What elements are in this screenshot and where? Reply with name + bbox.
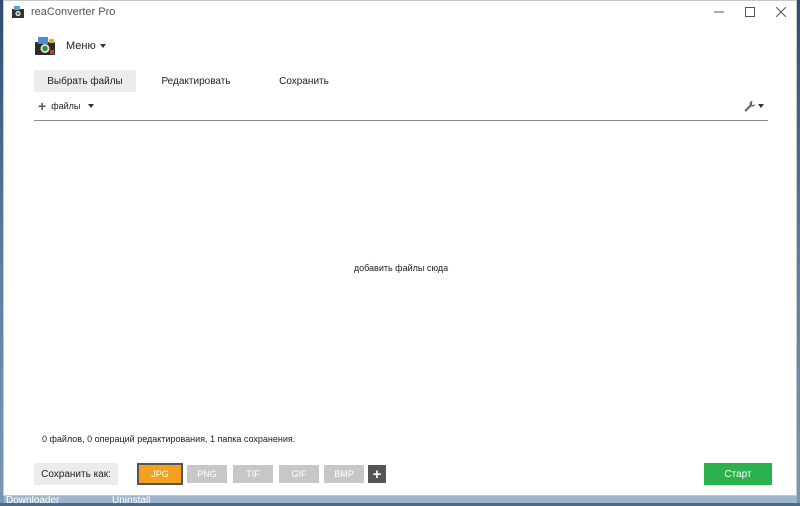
format-gif-button[interactable]: GIF bbox=[279, 465, 319, 483]
format-bmp-button[interactable]: BMP bbox=[324, 465, 364, 483]
add-files-label: файлы bbox=[51, 101, 81, 111]
drop-hint: добавить файлы сюда bbox=[353, 263, 449, 273]
app-window: reaConverter Pro Меню Выбрать файлы Реда… bbox=[3, 0, 797, 496]
format-jpg-button[interactable]: JPG bbox=[137, 463, 183, 485]
plus-icon: + bbox=[38, 98, 47, 114]
maximize-icon[interactable] bbox=[734, 1, 765, 23]
window-title: reaConverter Pro bbox=[31, 6, 116, 18]
wrench-icon bbox=[744, 100, 756, 112]
file-toolbar: + файлы bbox=[34, 96, 768, 121]
chevron-down-icon bbox=[758, 104, 764, 108]
tab-edit[interactable]: Редактировать bbox=[142, 70, 250, 92]
start-button[interactable]: Старт bbox=[704, 463, 772, 485]
app-logo-icon bbox=[34, 35, 56, 57]
chevron-down-icon bbox=[88, 104, 95, 108]
add-files-button[interactable]: + файлы bbox=[38, 98, 95, 114]
file-drop-zone[interactable]: добавить файлы сюда bbox=[34, 121, 768, 426]
chevron-down-icon bbox=[99, 44, 106, 48]
tab-label: Выбрать файлы bbox=[47, 75, 123, 87]
tab-save[interactable]: Сохранить bbox=[250, 70, 358, 92]
tab-select-files[interactable]: Выбрать файлы bbox=[34, 70, 136, 92]
bottom-bar: Сохранить как: JPG PNG TIF GIF BMP + Ста… bbox=[34, 463, 772, 485]
menu-row: Меню bbox=[34, 33, 106, 59]
tab-bar: Выбрать файлы Редактировать Сохранить bbox=[34, 70, 358, 92]
tab-label: Редактировать bbox=[161, 75, 231, 87]
tab-label: Сохранить bbox=[279, 75, 329, 87]
app-icon bbox=[11, 5, 25, 19]
menu-label: Меню bbox=[66, 40, 96, 52]
add-format-button[interactable]: + bbox=[368, 465, 386, 483]
format-png-button[interactable]: PNG bbox=[187, 465, 227, 483]
save-as-label: Сохранить как: bbox=[34, 463, 118, 485]
close-icon[interactable] bbox=[765, 1, 796, 23]
desktop-taskbar-item-uninstall[interactable]: Uninstall bbox=[112, 495, 150, 506]
tools-button[interactable] bbox=[744, 100, 764, 112]
status-text: 0 файлов, 0 операций редактирования, 1 п… bbox=[42, 434, 296, 444]
format-tif-button[interactable]: TIF bbox=[233, 465, 273, 483]
title-bar[interactable]: reaConverter Pro bbox=[4, 1, 796, 23]
minimize-icon[interactable] bbox=[703, 1, 734, 23]
desktop-taskbar-item-downloader[interactable]: Downloader bbox=[6, 495, 59, 506]
menu-button[interactable]: Меню bbox=[66, 40, 106, 52]
